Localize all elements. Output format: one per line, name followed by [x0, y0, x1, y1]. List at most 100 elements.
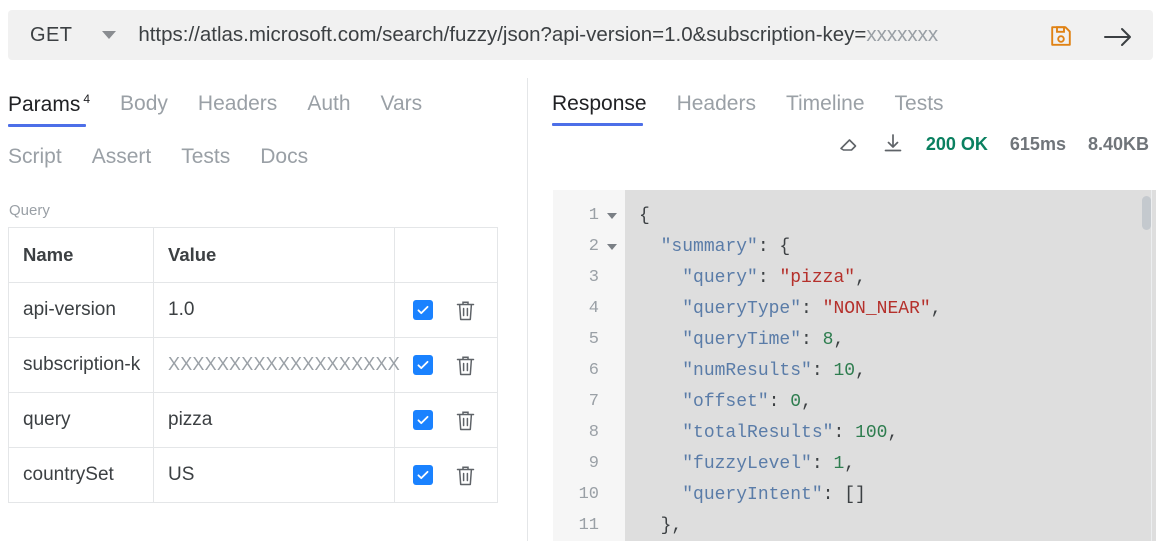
table-row[interactable]: countrySet US [8, 447, 498, 503]
eraser-icon[interactable] [838, 133, 860, 155]
line-number: 10 [553, 479, 625, 510]
code-token: , [855, 267, 866, 288]
line-number: 6 [553, 355, 625, 386]
code-token: { [639, 205, 650, 226]
url-bar: GET https://atlas.microsoft.com/search/f… [8, 10, 1153, 60]
tab-timeline[interactable]: Timeline [786, 92, 865, 126]
param-name-cell[interactable]: api-version [8, 282, 154, 338]
param-name-text: countrySet [23, 464, 114, 485]
param-value-cell[interactable]: pizza [153, 392, 395, 448]
line-number: 7 [553, 386, 625, 417]
tab-auth[interactable]: Auth [307, 92, 350, 126]
table-row[interactable]: query pizza [8, 392, 498, 448]
code-token: "queryType" [682, 298, 802, 319]
code-token: , [833, 329, 845, 350]
column-header-actions [394, 227, 498, 283]
line-number-text: 4 [588, 299, 599, 318]
table-row[interactable]: api-version 1.0 [8, 282, 498, 338]
param-name-cell[interactable]: countrySet [8, 447, 154, 503]
tab-headers[interactable]: Headers [198, 92, 277, 126]
param-value-cell[interactable]: US [153, 447, 395, 503]
code-line: "queryTime": 8, [639, 324, 1156, 355]
tab-params-label: Params [8, 93, 81, 116]
response-scrollbar-track[interactable] [1142, 190, 1152, 541]
tab-body[interactable]: Body [120, 92, 168, 126]
fold-caret-icon[interactable] [607, 243, 617, 250]
param-name-cell[interactable]: query [8, 392, 154, 448]
code-line: "totalResults": 100, [639, 417, 1156, 448]
delete-param-icon[interactable] [455, 299, 476, 322]
code-token: : [811, 360, 834, 381]
param-actions-cell [394, 282, 498, 338]
url-input[interactable]: https://atlas.microsoft.com/search/fuzzy… [138, 23, 938, 47]
row-actions [409, 409, 483, 432]
request-tabs-row-1: Params 4 Body Headers Auth Vars [8, 92, 422, 127]
api-client-window: GET https://atlas.microsoft.com/search/f… [0, 0, 1161, 541]
line-number: 9 [553, 448, 625, 479]
response-scrollbar-thumb[interactable] [1142, 196, 1151, 230]
code-line: "offset": 0, [639, 386, 1156, 417]
param-enabled-checkbox[interactable] [413, 355, 433, 375]
code-token: "pizza" [779, 267, 856, 288]
code-token: , [855, 360, 866, 381]
chevron-down-icon[interactable] [102, 31, 117, 39]
code-token: "queryTime" [682, 329, 802, 350]
tab-docs[interactable]: Docs [260, 145, 308, 179]
code-token: 8 [822, 329, 834, 350]
fold-caret-icon[interactable] [607, 212, 617, 219]
code-token: "summary" [660, 236, 758, 257]
download-icon[interactable] [882, 133, 904, 155]
table-row[interactable]: subscription-key XXXXXXXXXXXXXXXXXXX [8, 337, 498, 393]
tab-script[interactable]: Script [8, 145, 62, 179]
http-method-label[interactable]: GET [8, 24, 72, 47]
request-panel: Params 4 Body Headers Auth Vars Script As… [0, 80, 527, 541]
line-number: 5 [553, 324, 625, 355]
param-value-cell[interactable]: 1.0 [153, 282, 395, 338]
url-text: https://atlas.microsoft.com/search/fuzzy… [138, 23, 867, 46]
url-masked-key: xxxxxxx [866, 23, 939, 46]
line-number: 1 [553, 200, 625, 231]
save-floppy-icon[interactable] [1049, 24, 1073, 48]
tab-assert[interactable]: Assert [92, 145, 152, 179]
send-arrow-icon[interactable] [1103, 26, 1133, 48]
code-token: , [801, 391, 812, 412]
code-line: "summary": { [639, 231, 1156, 262]
line-number: 4 [553, 293, 625, 324]
param-enabled-checkbox[interactable] [413, 300, 433, 320]
line-number-text: 9 [588, 454, 599, 473]
code-token: : [801, 298, 823, 319]
line-number-text: 11 [578, 516, 599, 535]
param-value-cell[interactable]: XXXXXXXXXXXXXXXXXXX [153, 337, 400, 393]
tab-response-tests[interactable]: Tests [895, 92, 944, 126]
code-token: , [930, 298, 942, 319]
code-line: "numResults": 10, [639, 355, 1156, 386]
param-value-text: 1.0 [168, 299, 195, 320]
line-number: 2 [553, 231, 625, 262]
param-enabled-checkbox[interactable] [413, 465, 433, 485]
code-line: }, [639, 510, 1156, 541]
param-value-text: XXXXXXXXXXXXXXXXXXX [168, 354, 400, 374]
code-line: { [639, 200, 1156, 231]
delete-param-icon[interactable] [455, 409, 476, 432]
tab-response-headers[interactable]: Headers [677, 92, 756, 126]
param-actions-cell [394, 447, 498, 503]
tab-params[interactable]: Params 4 [8, 92, 90, 127]
delete-param-icon[interactable] [455, 354, 476, 377]
param-name-cell[interactable]: subscription-key [8, 337, 154, 393]
param-enabled-checkbox[interactable] [413, 410, 433, 430]
column-header-name: Name [8, 227, 154, 283]
delete-param-icon[interactable] [455, 464, 476, 487]
tab-tests[interactable]: Tests [181, 145, 230, 179]
request-tabs-row-2: Script Assert Tests Docs [8, 145, 308, 179]
code-line: "query": "pizza", [639, 262, 1156, 293]
json-response-viewer[interactable]: 1 2 3 4 5 6 7 8 9 10 11 { "summary": { "query": "p… [553, 190, 1156, 541]
code-token: : [833, 422, 856, 443]
json-code-area[interactable]: { "summary": { "query": "pizza", "queryT… [625, 190, 1156, 541]
code-token: : [768, 391, 791, 412]
tab-vars[interactable]: Vars [381, 92, 423, 126]
tab-response[interactable]: Response [552, 92, 647, 126]
line-number-text: 1 [588, 206, 599, 225]
